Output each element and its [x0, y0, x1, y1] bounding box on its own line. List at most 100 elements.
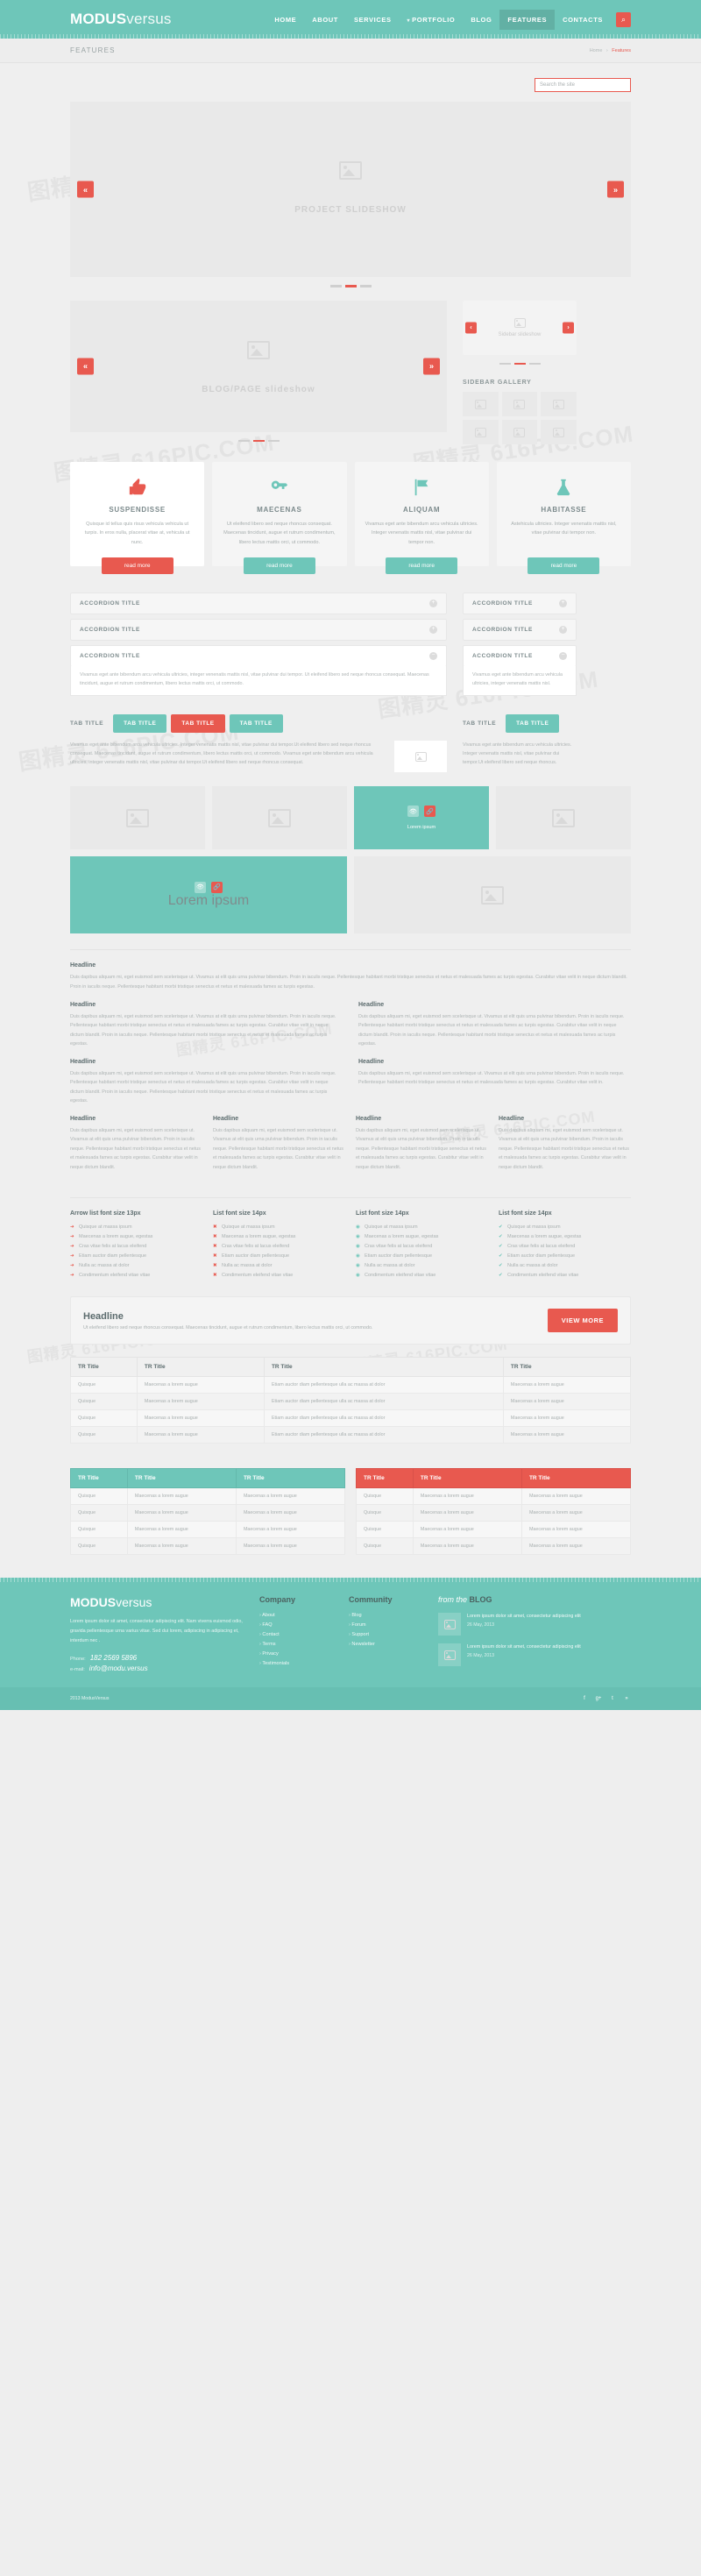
- footer-company-link[interactable]: Terms: [259, 1642, 335, 1647]
- gallery-thumb[interactable]: [463, 392, 499, 416]
- footer-company-link[interactable]: About: [259, 1613, 335, 1618]
- list-item[interactable]: ➜ Quisque at massa ipsum: [70, 1224, 202, 1230]
- search-icon[interactable]: ⌕: [616, 11, 631, 27]
- footer-company-link[interactable]: Privacy: [259, 1651, 335, 1657]
- accordion-item[interactable]: ACCORDION TITLE −: [70, 645, 447, 668]
- list-item[interactable]: ✔ Quisque at massa ipsum: [499, 1224, 631, 1230]
- footer-community-link[interactable]: Forum: [349, 1622, 424, 1628]
- footer-post[interactable]: Lorem ipsum dolor sit amet, consectetur …: [438, 1613, 631, 1636]
- footer-logo[interactable]: MODUSversus: [70, 1595, 245, 1609]
- slideshow-dot[interactable]: [359, 285, 372, 287]
- nav-item-services[interactable]: SERVICES: [346, 10, 400, 30]
- list-item[interactable]: ✖ Nulla ac massa at dolor: [213, 1263, 345, 1268]
- accordion-item[interactable]: ACCORDION TITLE −: [463, 645, 577, 668]
- list-item[interactable]: ➜ Maecenas a lorem augue, egestas: [70, 1234, 202, 1239]
- accordion-item[interactable]: ACCORDION TITLE +: [463, 593, 577, 615]
- list-item[interactable]: ➜ Etiam auctor diam pellentesque: [70, 1253, 202, 1259]
- list-item[interactable]: ✔ Condimentum eleifend vitae vitae: [499, 1273, 631, 1278]
- portfolio-item[interactable]: [212, 786, 347, 850]
- nav-item-about[interactable]: ABOUT: [304, 10, 346, 30]
- gallery-thumb[interactable]: [541, 392, 577, 416]
- list-item[interactable]: ➜ Nulla ac massa at dolor: [70, 1263, 202, 1268]
- accordion-item[interactable]: ACCORDION TITLE +: [463, 619, 577, 642]
- nav-item-features[interactable]: FEATURES: [499, 9, 556, 30]
- twitter-icon[interactable]: t: [608, 1694, 617, 1703]
- minus-icon[interactable]: −: [559, 652, 567, 661]
- rss-icon[interactable]: »: [622, 1694, 631, 1703]
- accordion-item[interactable]: ACCORDION TITLE +: [70, 593, 447, 615]
- list-item[interactable]: ✖ Maecenas a lorem augue, egestas: [213, 1234, 345, 1239]
- breadcrumb-home[interactable]: Home: [590, 48, 603, 53]
- link-icon[interactable]: 🔗: [211, 881, 223, 893]
- eye-icon[interactable]: 👁: [195, 881, 206, 893]
- nav-item-home[interactable]: HOME: [266, 10, 304, 30]
- slideshow-dot[interactable]: [329, 285, 342, 287]
- blog-slideshow-next-button[interactable]: »: [423, 358, 440, 374]
- list-item[interactable]: ✔ Nulla ac massa at dolor: [499, 1263, 631, 1268]
- service-read-more-button[interactable]: read more: [386, 557, 458, 575]
- footer-community-link[interactable]: Support: [349, 1632, 424, 1637]
- slideshow-next-button[interactable]: »: [607, 181, 624, 198]
- blog-slideshow-dot[interactable]: [267, 439, 280, 442]
- tab[interactable]: TAB TITLE: [229, 714, 283, 734]
- site-logo[interactable]: MODUSversus: [70, 11, 172, 28]
- tab[interactable]: TAB TITLE: [171, 714, 225, 734]
- list-item[interactable]: ➜ Condimentum eleifend vitae vitae: [70, 1273, 202, 1278]
- sidebar-next-button[interactable]: ›: [563, 322, 574, 333]
- plus-icon[interactable]: +: [429, 600, 437, 608]
- sidebar-slideshow[interactable]: Sidebar slideshow ‹ ›: [463, 300, 577, 355]
- nav-item-contacts[interactable]: CONTACTS: [555, 10, 611, 30]
- list-item[interactable]: ✖ Quisque at massa ipsum: [213, 1224, 345, 1230]
- gallery-thumb[interactable]: [501, 420, 538, 444]
- list-item[interactable]: ◉ Quisque at massa ipsum: [356, 1224, 488, 1230]
- eye-icon[interactable]: 👁: [407, 805, 419, 818]
- slideshow-prev-button[interactable]: «: [77, 181, 94, 198]
- gallery-thumb[interactable]: [463, 420, 499, 444]
- service-read-more-button[interactable]: read more: [243, 557, 315, 575]
- list-item[interactable]: ◉ Cras vitae felis at lacus eleifend: [356, 1244, 488, 1249]
- list-item[interactable]: ◉ Condimentum eleifend vitae vitae: [356, 1273, 488, 1278]
- portfolio-item[interactable]: [496, 786, 631, 850]
- list-item[interactable]: ➜ Cras vitae felis at lacus eleifend: [70, 1244, 202, 1249]
- list-item[interactable]: ✖ Etiam auctor diam pellentesque: [213, 1253, 345, 1259]
- tab[interactable]: TAB TITLE: [113, 714, 167, 734]
- footer-community-link[interactable]: Blog: [349, 1613, 424, 1618]
- portfolio-item[interactable]: 👁 🔗 Lorem ipsum: [354, 786, 489, 850]
- blog-slideshow-dot[interactable]: [237, 439, 250, 442]
- service-read-more-button[interactable]: read more: [528, 557, 600, 575]
- blog-slideshow-prev-button[interactable]: «: [77, 358, 94, 374]
- project-slideshow[interactable]: PROJECT SLIDESHOW « »: [70, 102, 631, 277]
- sidebar-slideshow-dot[interactable]: [499, 362, 511, 365]
- service-read-more-button[interactable]: read more: [101, 557, 173, 575]
- gallery-thumb[interactable]: [501, 392, 538, 416]
- sidebar-prev-button[interactable]: ‹: [465, 322, 477, 333]
- list-item[interactable]: ✔ Maecenas a lorem augue, egestas: [499, 1234, 631, 1239]
- list-item[interactable]: ✖ Cras vitae felis at lacus eleifend: [213, 1244, 345, 1249]
- list-item[interactable]: ✔ Cras vitae felis at lacus eleifend: [499, 1244, 631, 1249]
- blog-slideshow[interactable]: BLOG/PAGE slideshow « »: [70, 300, 447, 432]
- sidebar-slideshow-dot[interactable]: [528, 362, 541, 365]
- footer-company-link[interactable]: Testimonials: [259, 1661, 335, 1666]
- portfolio-item[interactable]: [70, 786, 205, 850]
- footer-company-link[interactable]: FAQ: [259, 1622, 335, 1628]
- plus-icon[interactable]: +: [559, 626, 567, 635]
- plus-icon[interactable]: +: [559, 600, 567, 608]
- list-item[interactable]: ◉ Etiam auctor diam pellentesque: [356, 1253, 488, 1259]
- accordion-item[interactable]: ACCORDION TITLE +: [70, 619, 447, 642]
- search-input[interactable]: Search the site: [535, 78, 631, 92]
- list-item[interactable]: ✔ Etiam auctor diam pellentesque: [499, 1253, 631, 1259]
- gallery-thumb[interactable]: [541, 420, 577, 444]
- list-item[interactable]: ✖ Condimentum eleifend vitae vitae: [213, 1273, 345, 1278]
- nav-item-blog[interactable]: BLOG: [463, 10, 499, 30]
- portfolio-item[interactable]: 👁 🔗 Lorem ipsum: [70, 856, 347, 934]
- portfolio-item[interactable]: [354, 856, 631, 934]
- sidebar-slideshow-dot[interactable]: [513, 362, 526, 365]
- google-plus-icon[interactable]: g+: [594, 1694, 603, 1703]
- footer-company-link[interactable]: Contact: [259, 1632, 335, 1637]
- footer-post[interactable]: Lorem ipsum dolor sit amet, consectetur …: [438, 1643, 631, 1667]
- list-item[interactable]: ◉ Nulla ac massa at dolor: [356, 1263, 488, 1268]
- plus-icon[interactable]: +: [429, 626, 437, 635]
- side-tab[interactable]: TAB TITLE: [506, 714, 560, 734]
- minus-icon[interactable]: −: [429, 652, 437, 661]
- list-item[interactable]: ◉ Maecenas a lorem augue, egestas: [356, 1234, 488, 1239]
